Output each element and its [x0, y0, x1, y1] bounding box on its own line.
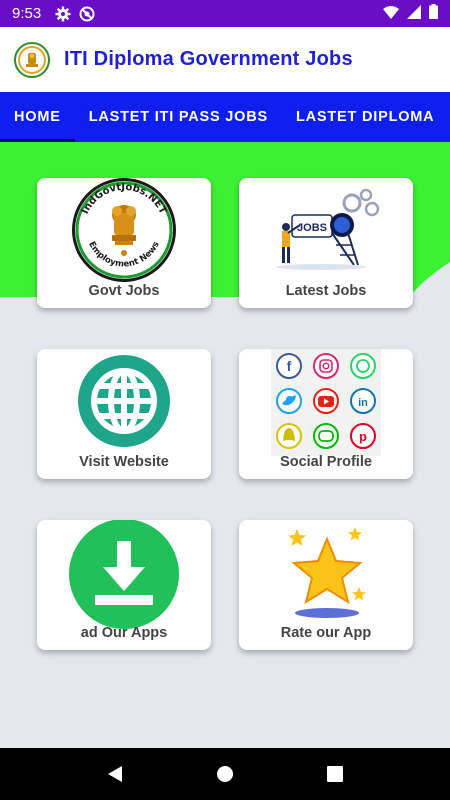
snapchat-icon — [276, 423, 302, 449]
latest-jobs-card[interactable]: JOBS Latest Jobs — [239, 178, 413, 308]
download-apps-label: ad Our Apps — [80, 625, 168, 641]
home-icon[interactable] — [205, 754, 245, 794]
line-icon — [313, 423, 339, 449]
signal-icon — [407, 4, 421, 23]
svg-text:in: in — [358, 397, 368, 409]
battery-icon — [429, 4, 438, 23]
twitter-icon — [276, 388, 302, 414]
app-title: ITI Diploma Government Jobs — [64, 48, 353, 70]
recents-icon[interactable] — [315, 754, 355, 794]
social-profile-card[interactable]: f in p Social Profile — [239, 349, 413, 479]
instagram-icon — [313, 353, 339, 379]
back-icon[interactable] — [95, 754, 135, 794]
social-icons-grid: f in p — [239, 349, 413, 456]
tab-home[interactable]: HOME — [0, 92, 75, 142]
download-apps-card[interactable]: ad Our Apps — [37, 520, 211, 650]
visit-website-label: Visit Website — [79, 454, 169, 470]
star-rating-icon — [239, 520, 413, 624]
pinterest-icon: p — [350, 423, 376, 449]
visit-website-card[interactable]: Visit Website — [37, 349, 211, 479]
at-icon — [79, 6, 95, 22]
wifi-icon — [383, 5, 399, 23]
govt-jobs-card[interactable]: IndGovtJobs.NET Employment News Govt Job… — [37, 178, 211, 308]
jobs-sign-text: JOBS — [297, 222, 327, 234]
globe-icon — [37, 349, 211, 453]
download-icon — [37, 520, 211, 629]
emblem-logo — [14, 41, 50, 78]
linkedin-icon: in — [350, 388, 376, 414]
tab-latest-iti-pass-jobs[interactable]: LASTET ITI PASS JOBS — [75, 92, 282, 142]
whatsapp-icon — [350, 353, 376, 379]
tab-latest-diploma[interactable]: LASTET DIPLOMA — [282, 92, 448, 142]
facebook-icon: f — [276, 353, 302, 379]
svg-text:f: f — [287, 358, 292, 374]
app-bar: ITI Diploma Government Jobs — [0, 27, 450, 92]
govt-jobs-label: Govt Jobs — [88, 283, 160, 299]
social-profile-label: Social Profile — [280, 454, 372, 470]
jobs-illustration: JOBS — [239, 178, 413, 282]
svg-text:p: p — [359, 429, 367, 444]
youtube-icon — [313, 388, 339, 414]
gear-icon — [55, 6, 71, 22]
indgovtjobs-logo: IndGovtJobs.NET Employment News — [37, 178, 211, 282]
latest-jobs-label: Latest Jobs — [285, 283, 367, 299]
rate-app-label: Rate our App — [280, 625, 372, 641]
status-bar: 9:53 — [0, 0, 450, 27]
status-time: 9:53 — [12, 5, 42, 22]
rate-app-card[interactable]: Rate our App — [239, 520, 413, 650]
system-navigation-bar — [0, 748, 450, 800]
tab-bar: HOME LASTET ITI PASS JOBS LASTET DIPLOMA — [0, 92, 450, 142]
